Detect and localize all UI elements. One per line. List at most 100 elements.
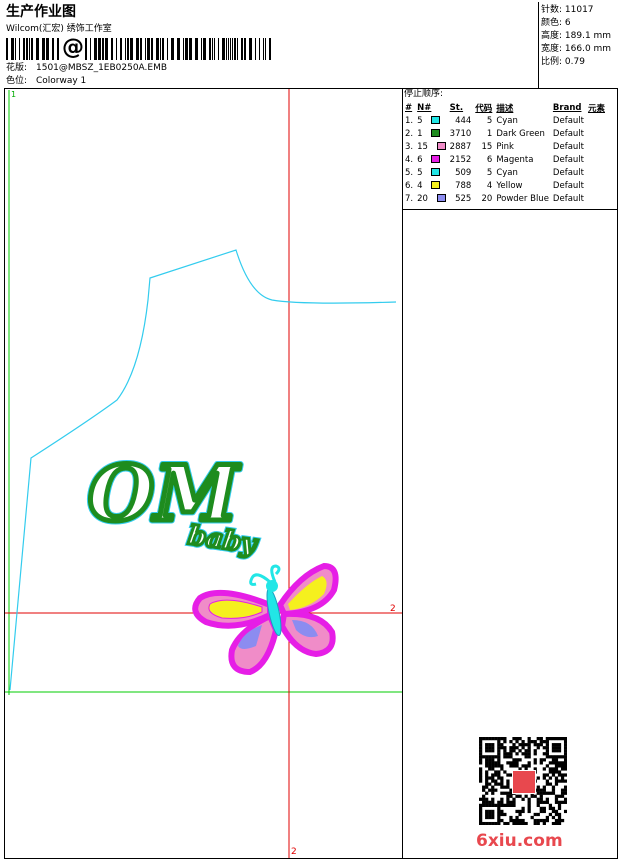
qr-module [497, 800, 501, 804]
qr-module [497, 740, 501, 744]
qr-module [479, 797, 483, 801]
qr-module [539, 791, 543, 795]
qr-module [551, 806, 556, 811]
qr-module [512, 800, 516, 804]
qr-module [491, 809, 495, 814]
qr-module [509, 803, 513, 807]
qr-module [560, 776, 565, 780]
qr-module [533, 752, 537, 756]
qr-module [485, 812, 489, 817]
qr-module [497, 737, 501, 741]
qr-module [479, 761, 483, 765]
qr-module [557, 803, 562, 807]
qr-module [554, 755, 559, 759]
qr-module [482, 797, 486, 801]
qr-module [545, 818, 549, 823]
qr-module [542, 818, 546, 823]
qr-module [491, 755, 495, 759]
qr-module [509, 749, 513, 753]
qr-module [515, 752, 519, 756]
qr-module [485, 815, 489, 820]
qr-module [500, 776, 504, 780]
qr-module [548, 755, 553, 759]
qr-module [560, 800, 565, 804]
marker-2-bottom: 2 [291, 847, 297, 857]
qr-module [545, 740, 549, 744]
qr-module [518, 737, 522, 741]
qr-module [509, 755, 513, 759]
qr-module [479, 809, 483, 814]
qr-module [515, 746, 519, 750]
qr-module [563, 755, 567, 759]
qr-module [494, 770, 498, 774]
qr-module [533, 749, 537, 753]
qr-module [545, 800, 549, 804]
qr-module [563, 749, 567, 753]
qr-module [491, 746, 495, 750]
qr-module [515, 740, 519, 744]
qr-module [497, 818, 501, 823]
qr-module [536, 821, 540, 825]
qr-module [506, 779, 510, 783]
qr-module [548, 767, 553, 771]
qr-module [497, 755, 501, 759]
qr-module [512, 746, 516, 750]
qr-module [521, 764, 525, 768]
qr-module [548, 791, 553, 795]
qr-module [518, 809, 522, 814]
qr-module [563, 767, 567, 771]
qr-module [488, 761, 492, 765]
qr-module [551, 767, 556, 771]
qr-module [563, 788, 567, 792]
qr-module [494, 782, 498, 786]
qr-module [545, 815, 549, 820]
qr-module [494, 773, 498, 777]
qr-module [542, 788, 546, 792]
qr-module [554, 770, 559, 774]
qr-module [479, 773, 483, 777]
qr-module [509, 818, 513, 823]
qr-module [503, 770, 507, 774]
qr-module [539, 794, 543, 798]
qr-module [494, 821, 498, 825]
qr-module [554, 809, 559, 814]
qr-module [542, 791, 546, 795]
qr-module [506, 782, 510, 786]
qr-module [539, 740, 543, 744]
qr-module [536, 785, 540, 789]
qr-module [518, 812, 522, 817]
qr-module [503, 812, 507, 817]
qr-module [521, 806, 525, 811]
qr-module [560, 755, 565, 759]
qr-module [497, 803, 501, 807]
qr-module [536, 746, 540, 750]
qr-module [482, 755, 486, 759]
qr-module [491, 743, 495, 747]
qr-module [563, 740, 567, 744]
qr-module [560, 761, 565, 765]
qr-module [527, 809, 531, 814]
qr-module [530, 740, 534, 744]
qr-module [539, 761, 543, 765]
qr-module [491, 785, 495, 789]
qr-module [548, 776, 553, 780]
qr-module [497, 815, 501, 820]
qr-module [488, 764, 492, 768]
qr-module [551, 770, 556, 774]
qr-module [539, 743, 543, 747]
qr-module [563, 773, 567, 777]
qr-module [497, 758, 501, 762]
qr-module [557, 764, 562, 768]
qr-module [551, 791, 556, 795]
qr-module [560, 773, 565, 777]
qr-module [497, 782, 501, 786]
qr-module [533, 758, 537, 762]
qr-module [545, 797, 549, 801]
qr-module [548, 803, 553, 807]
qr-seal-stamp [512, 770, 536, 794]
qr-module [488, 743, 492, 747]
qr-module [551, 761, 556, 765]
qr-module [563, 785, 567, 789]
qr-module [518, 758, 522, 762]
qr-module [533, 740, 537, 744]
